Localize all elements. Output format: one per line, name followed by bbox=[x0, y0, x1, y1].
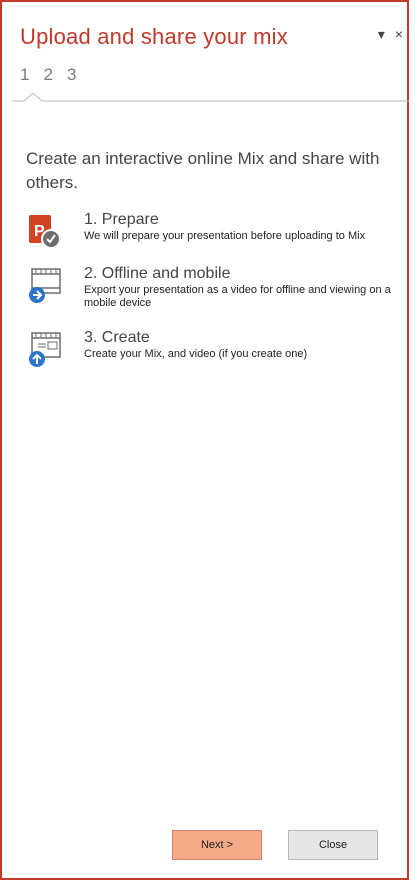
close-button[interactable]: Close bbox=[288, 830, 378, 860]
intro-text: Create an interactive online Mix and sha… bbox=[26, 149, 380, 192]
item-title: 2. Offline and mobile bbox=[84, 265, 231, 282]
step-divider bbox=[12, 92, 409, 102]
item-description: Create your Mix, and video (if you creat… bbox=[84, 348, 308, 360]
step-indicator: 1 2 3 bbox=[20, 65, 76, 85]
item-description: We will prepare your presentation before… bbox=[84, 230, 366, 242]
video-export-icon bbox=[29, 268, 61, 303]
item-title: 1. Prepare bbox=[84, 211, 159, 228]
step-2[interactable]: 2 bbox=[43, 65, 52, 85]
upload-share-pane: Upload and share your mix ▾ × 1 2 3 Crea… bbox=[0, 0, 409, 880]
pane-title: Upload and share your mix bbox=[20, 24, 288, 49]
pane-title-controls: ▾ × bbox=[378, 26, 403, 42]
item-description: Export your presentation as a video for … bbox=[84, 284, 391, 309]
step-3[interactable]: 3 bbox=[67, 65, 76, 85]
pane-close-icon[interactable]: × bbox=[395, 26, 403, 42]
powerpoint-check-icon: P bbox=[29, 215, 61, 249]
pane-options-dropdown-icon[interactable]: ▾ bbox=[378, 26, 385, 42]
item-title: 3. Create bbox=[84, 329, 150, 346]
step-1[interactable]: 1 bbox=[20, 65, 29, 85]
next-button[interactable]: Next > bbox=[172, 830, 262, 860]
upload-mix-icon bbox=[29, 332, 61, 367]
